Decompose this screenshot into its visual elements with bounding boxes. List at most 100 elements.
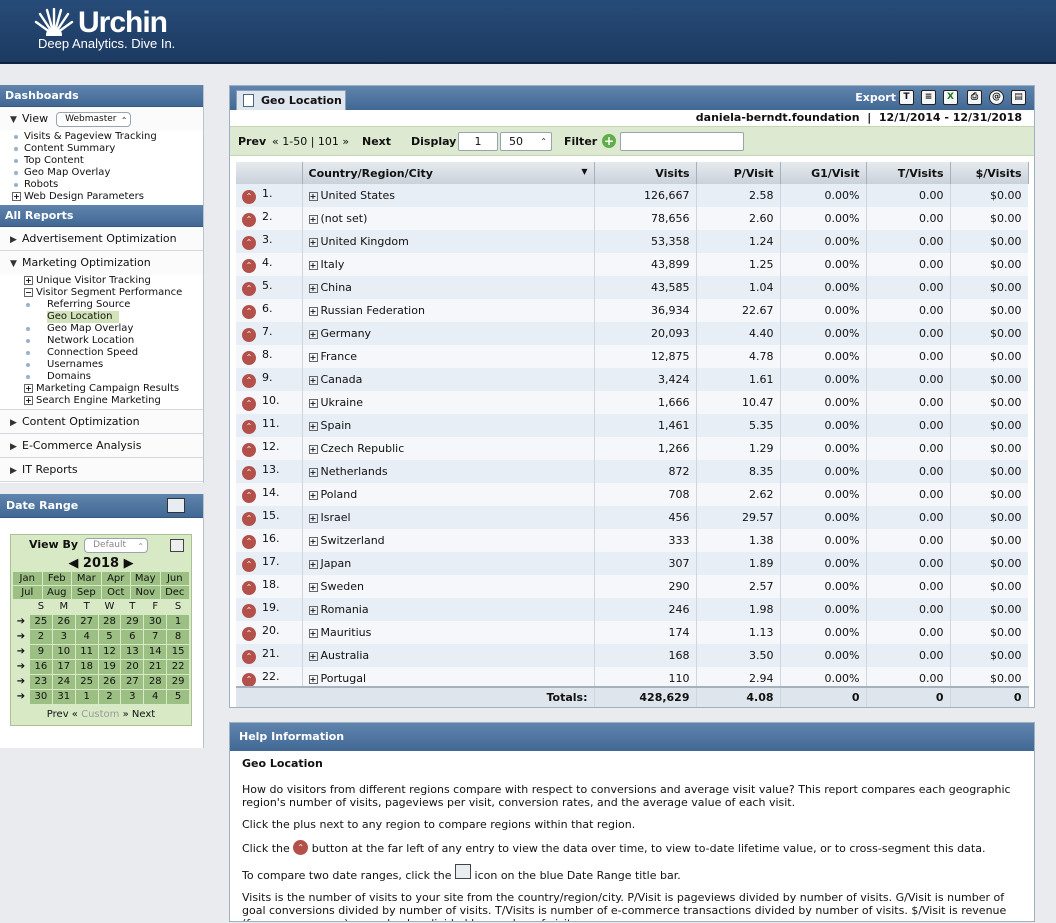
table-row[interactable]: ⌃ 13. + Netherlands 872 8.35 0.00% 0.00 $0.00 [236,460,1028,483]
day-cell[interactable]: 29 [121,615,144,629]
zoom-button-icon[interactable]: ⌃ [242,282,256,296]
day-cell[interactable]: 23 [30,675,52,689]
country-name[interactable]: China [321,281,352,294]
month-cell[interactable]: Dec [160,586,189,599]
day-cell[interactable]: 30 [30,690,52,704]
table-row[interactable]: ⌃ 11. + Spain 1,461 5.35 0.00% 0.00 $0.00 [236,414,1028,437]
table-row[interactable]: ⌃ 18. + Sweden 290 2.57 0.00% 0.00 $0.00 [236,575,1028,598]
country-name[interactable]: Sweden [321,580,364,593]
table-row[interactable]: ⌃ 4. + Italy 43,899 1.25 0.00% 0.00 $0.00 [236,253,1028,276]
expand-plus-icon[interactable]: + [308,376,318,385]
day-cell[interactable]: 1 [167,615,189,629]
expand-plus-icon[interactable]: + [308,652,318,661]
export-xml-icon[interactable]: ≡ [921,90,936,105]
sidebar-item[interactable]: Top Content [14,155,203,167]
table-row[interactable]: ⌃ 2. + (not set) 78,656 2.60 0.00% 0.00 $0.00 [236,207,1028,230]
table-row[interactable]: ⌃ 5. + China 43,585 1.04 0.00% 0.00 $0.00 [236,276,1028,299]
compare-calendar-icon[interactable] [167,498,185,513]
expand-plus-icon[interactable]: + [308,192,318,201]
table-row[interactable]: ⌃ 22. + Portugal 110 2.94 0.00% 0.00 $0.00 [236,667,1028,686]
day-cell[interactable]: 3 [121,690,144,704]
day-cell[interactable]: 18 [75,660,98,674]
day-cell[interactable]: 3 [52,630,75,644]
month-cell[interactable]: Sep [72,586,101,599]
next-year-icon[interactable]: ▶ [124,556,134,571]
day-cell[interactable]: 5 [167,690,189,704]
select-week-arrow-icon[interactable]: ➔ [13,615,29,629]
table-row[interactable]: ⌃ 7. + Germany 20,093 4.40 0.00% 0.00 $0.00 [236,322,1028,345]
expand-plus-icon[interactable]: + [308,238,318,247]
expand-plus-icon[interactable]: + [308,445,318,454]
day-cell[interactable]: 22 [167,660,189,674]
country-name[interactable]: Portugal [321,672,367,685]
select-week-arrow-icon[interactable]: ➔ [13,690,29,704]
country-name[interactable]: Russian Federation [321,304,425,317]
month-cell[interactable]: Aug [42,586,71,599]
expand-plus-icon[interactable]: + [308,330,318,339]
email-report-icon[interactable]: @ [989,90,1004,105]
month-cell[interactable]: Jun [160,572,189,585]
expand-plus-icon[interactable]: + [308,629,318,638]
table-row[interactable]: ⌃ 20. + Mauritius 174 1.13 0.00% 0.00 $0.00 [236,621,1028,644]
country-name[interactable]: Czech Republic [321,442,405,455]
tab-geo-location[interactable]: Geo Location [236,90,346,110]
table-row[interactable]: ⌃ 12. + Czech Republic 1,266 1.29 0.00% 0.00 $0.… [236,437,1028,460]
country-name[interactable]: Israel [321,511,351,524]
day-cell[interactable]: 6 [121,630,144,644]
cal-prev-link[interactable]: Prev [47,709,69,720]
day-cell[interactable]: 24 [52,675,75,689]
day-cell[interactable]: 26 [98,675,121,689]
calendar-icon[interactable] [170,538,185,552]
cal-next-link[interactable]: Next [132,709,155,720]
table-row[interactable]: ⌃ 21. + Australia 168 3.50 0.00% 0.00 $0.00 [236,644,1028,667]
zoom-button-icon[interactable]: ⌃ [242,604,256,618]
expand-plus-icon[interactable]: + [308,468,318,477]
month-cell[interactable]: Mar [72,572,101,585]
day-cell[interactable]: 10 [52,645,75,659]
day-cell[interactable]: 8 [167,630,189,644]
expand-plus-icon[interactable]: + [308,307,318,316]
expand-plus-icon[interactable]: + [308,514,318,523]
zoom-button-icon[interactable]: ⌃ [242,489,256,503]
country-name[interactable]: Netherlands [321,465,388,478]
country-name[interactable]: Japan [321,557,352,570]
expand-plus-icon[interactable]: + [308,606,318,615]
country-name[interactable]: Italy [321,258,345,271]
select-week-arrow-icon[interactable]: ➔ [13,675,29,689]
tvisits-column-header[interactable]: T/Visits [866,162,951,184]
zoom-button-icon[interactable]: ⌃ [242,443,256,457]
expand-plus-icon[interactable]: + [308,560,318,569]
zoom-button-icon[interactable]: ⌃ [242,581,256,595]
sidebar-item-sem[interactable]: + Search Engine Marketing [24,395,203,407]
day-cell[interactable]: 25 [30,615,52,629]
expand-plus-icon[interactable]: + [308,261,318,270]
day-cell[interactable]: 2 [98,690,121,704]
sidebar-item[interactable]: Domains [24,371,203,383]
triangle-down-icon[interactable]: ▼ [10,108,22,132]
day-cell[interactable]: 30 [144,615,167,629]
table-scroll-area[interactable]: ⌃ 1. + United States 126,667 2.58 0.00% 0.00 $0.… [236,184,1028,686]
sidebar-item-geo-location[interactable]: Geo Location [24,311,203,323]
revenue-column-header[interactable]: $/Visits [950,162,1029,184]
zoom-button-icon[interactable]: ⌃ [242,512,256,526]
sidebar-item-campaign[interactable]: + Marketing Campaign Results [24,383,203,395]
export-excel-icon[interactable]: X [943,90,958,105]
country-name[interactable]: United Kingdom [321,235,409,248]
expand-plus-icon[interactable]: + [24,396,33,405]
expand-plus-icon[interactable]: + [24,276,33,285]
sidebar-item-unique-visitor[interactable]: + Unique Visitor Tracking [24,275,203,287]
expand-plus-icon[interactable]: + [308,583,318,592]
display-start-input[interactable]: 1 [458,132,498,151]
day-cell[interactable]: 31 [52,690,75,704]
collapse-minus-icon[interactable]: − [24,288,33,297]
zoom-button-icon[interactable]: ⌃ [242,466,256,480]
zoom-button-icon[interactable]: ⌃ [242,535,256,549]
sidebar-item-it[interactable]: ▶ IT Reports [0,458,203,482]
zoom-button-icon[interactable]: ⌃ [242,420,256,434]
country-name[interactable]: Canada [321,373,363,386]
export-text-icon[interactable]: T [899,90,914,105]
g1visit-column-header[interactable]: G1/Visit [780,162,867,184]
table-row[interactable]: ⌃ 19. + Romania 246 1.98 0.00% 0.00 $0.00 [236,598,1028,621]
day-cell[interactable]: 21 [144,660,167,674]
select-week-arrow-icon[interactable]: ➔ [13,645,29,659]
